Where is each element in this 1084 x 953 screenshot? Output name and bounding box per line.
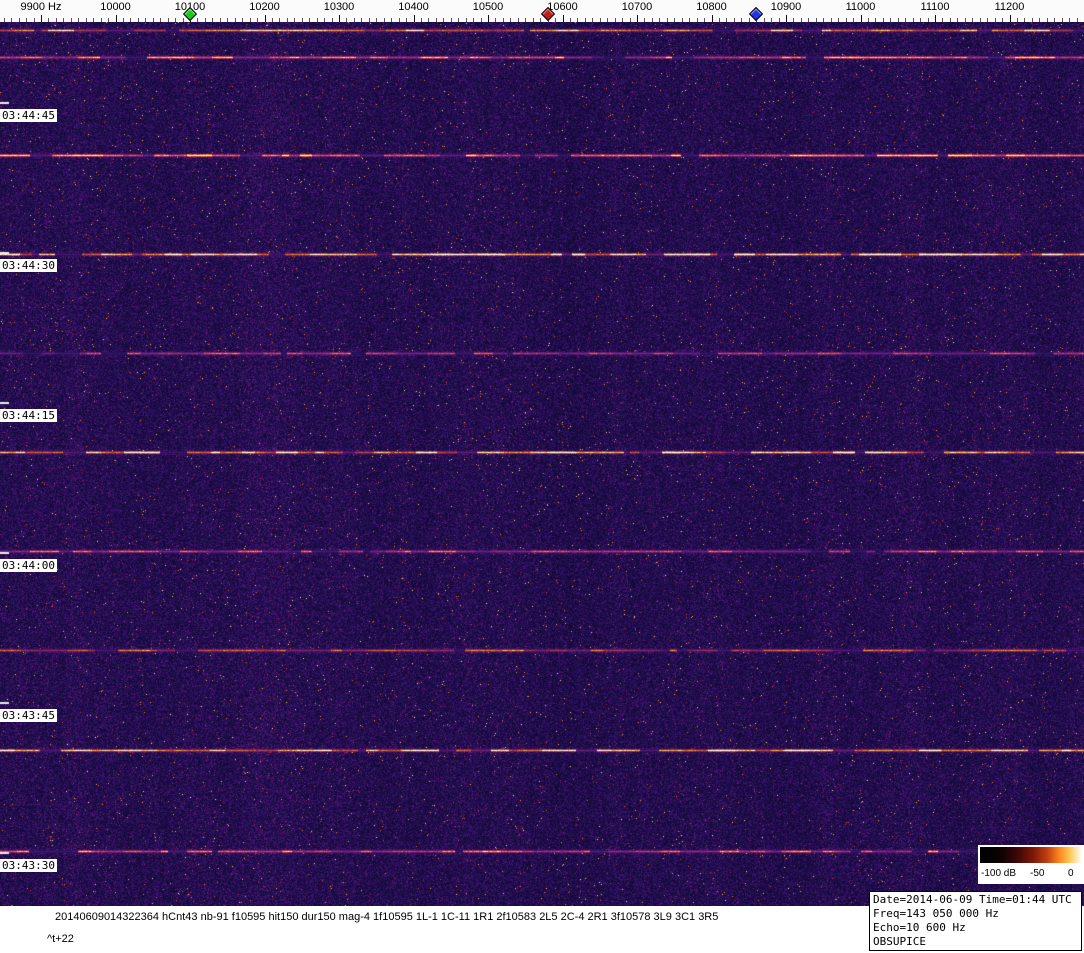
freq-tick-label: 10800 — [696, 1, 727, 13]
blue-freq-marker[interactable] — [749, 7, 763, 21]
frequency-ruler: 9900 Hz100001010010200103001040010500106… — [0, 0, 1084, 22]
time-label: 03:43:30 — [0, 859, 57, 872]
freq-tick-label: 11100 — [921, 1, 950, 13]
freq-tick-label: 10300 — [324, 1, 355, 13]
colorbar: -100 dB -50 0 — [978, 845, 1084, 884]
freq-major-tick — [712, 15, 713, 22]
colorbar-label-min: -100 dB — [981, 868, 1016, 879]
colorbar-label-max: 0 — [1068, 868, 1074, 879]
freq-major-tick — [563, 15, 564, 22]
freq-major-tick — [637, 15, 638, 22]
detection-text: 20140609014322364 hCnt43 nb-91 f10595 hi… — [55, 911, 718, 923]
info-freq-line: Freq=143 050 000 Hz — [873, 907, 1078, 921]
freq-major-tick — [935, 15, 936, 22]
time-label: 03:44:15 — [0, 409, 57, 422]
freq-tick-label: 10900 — [771, 1, 802, 13]
time-label: 03:43:45 — [0, 709, 57, 722]
freq-major-tick — [414, 15, 415, 22]
freq-tick-label: 10200 — [249, 1, 280, 13]
colorbar-label-mid: -50 — [1030, 868, 1044, 879]
info-echo-line: Echo=10 600 Hz — [873, 921, 1078, 935]
freq-major-tick — [41, 15, 42, 22]
freq-major-tick — [1010, 15, 1011, 22]
status-text: ^t+22 — [47, 933, 74, 945]
freq-tick-label: 10000 — [100, 1, 131, 13]
freq-major-tick — [488, 15, 489, 22]
time-label: 03:44:30 — [0, 259, 57, 272]
spectrogram-app: 9900 Hz100001010010200103001040010500106… — [0, 0, 1084, 953]
freq-major-tick — [265, 15, 266, 22]
info-station-line: OBSUPICE — [873, 935, 1078, 949]
time-label: 03:44:45 — [0, 109, 57, 122]
freq-tick-label: 11200 — [995, 1, 1025, 13]
time-label: 03:44:00 — [0, 559, 57, 572]
freq-major-tick — [786, 15, 787, 22]
freq-tick-label: 10500 — [473, 1, 504, 13]
freq-tick-label: 10700 — [622, 1, 653, 13]
info-date-line: Date=2014-06-09 Time=01:44 UTC — [873, 893, 1078, 907]
freq-tick-label: 10400 — [398, 1, 429, 13]
freq-tick-label: 9900 Hz — [21, 1, 62, 13]
colorbar-labels: -100 dB -50 0 — [978, 865, 1084, 882]
colorbar-gradient — [980, 847, 1082, 863]
freq-major-tick — [861, 15, 862, 22]
freq-major-tick — [116, 15, 117, 22]
spectrogram-canvas — [0, 22, 1084, 906]
freq-major-tick — [339, 15, 340, 22]
freq-tick-label: 11000 — [846, 1, 876, 13]
info-box: Date=2014-06-09 Time=01:44 UTC Freq=143 … — [869, 891, 1082, 951]
